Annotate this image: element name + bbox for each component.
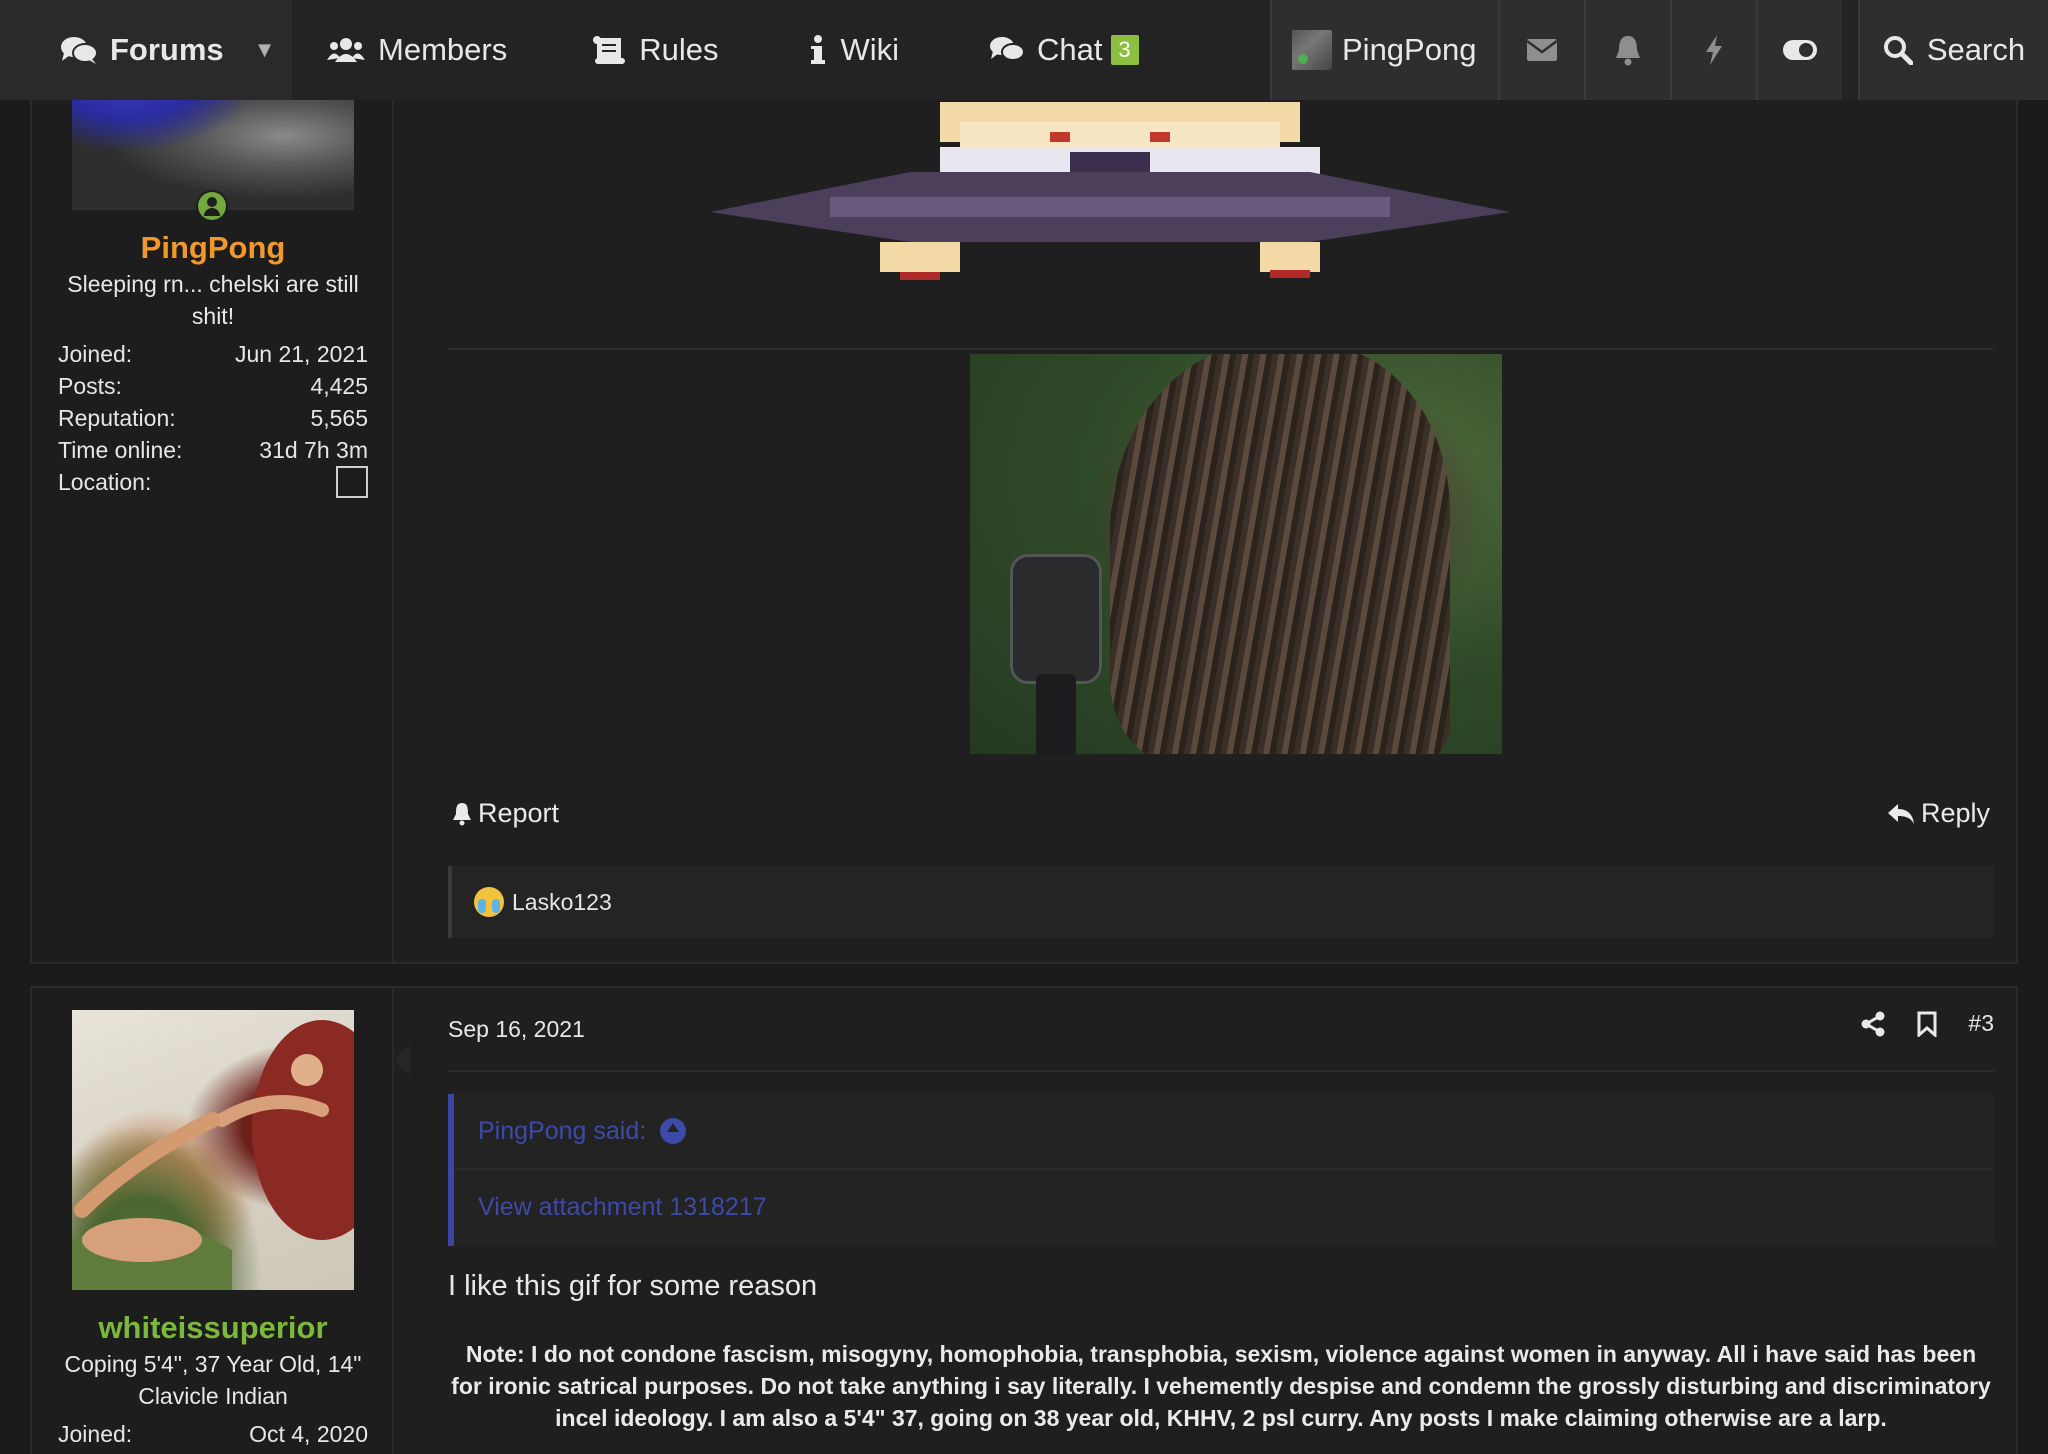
post-number-link[interactable]: #3 [1968, 1010, 1994, 1037]
user-title: Coping 5'4", 37 Year Old, 14" Clavicle I… [64, 1351, 362, 1409]
nav-chat-label: Chat [1037, 32, 1103, 67]
post-user-column: whiteissuperior Coping 5'4", 37 Year Old… [32, 988, 394, 1454]
nav-wiki-label: Wiki [840, 32, 900, 67]
search-icon [1883, 36, 1913, 65]
stat-value: Jun 21, 2021 [234, 341, 368, 367]
post-tools: #3 [1860, 1010, 1994, 1037]
nav-members[interactable]: Members [292, 0, 537, 100]
report-button[interactable]: Report [452, 798, 559, 829]
location-flag-box [336, 466, 368, 498]
nav-chat[interactable]: Chat 3 [929, 0, 1168, 100]
chevron-down-icon[interactable]: ▼ [254, 37, 276, 63]
nav-members-label: Members [378, 32, 508, 67]
post-user-column: PingPong Sleeping rn... chelski are stil… [32, 62, 394, 962]
stat-row: Location: [58, 466, 368, 498]
top-navbar: Forums ▼ Members Rules Wiki Chat 3 PingP… [0, 0, 2048, 100]
stat-label: Joined: [58, 341, 133, 367]
crying-emoji-icon [474, 887, 504, 917]
nav-wiki[interactable]: Wiki [748, 0, 929, 100]
nav-username: PingPong [1342, 32, 1477, 67]
nav-rules-label: Rules [639, 32, 719, 67]
stat-value: 4,425 [310, 373, 368, 399]
reactions-bar[interactable]: Lasko123 [448, 866, 1994, 938]
scroll-icon [593, 36, 626, 64]
arrow-up-circle-icon[interactable] [660, 1118, 687, 1144]
bookmark-icon[interactable] [1916, 1011, 1938, 1037]
post-body-text: I like this gif for some reason [448, 1270, 818, 1302]
quote-header[interactable]: PingPong said: [454, 1094, 1994, 1170]
bell-icon [453, 802, 471, 825]
microphone-stand-detail [1036, 674, 1076, 754]
nav-spacer [1842, 0, 1858, 100]
chat-bubbles-icon [990, 37, 1026, 61]
nav-user-menu[interactable]: PingPong [1270, 0, 1498, 100]
chat-count-badge: 3 [1110, 35, 1139, 65]
hair-detail [1110, 354, 1450, 754]
stat-row: Posts: 4,425 [58, 370, 368, 402]
nav-theme-toggle[interactable] [1756, 0, 1842, 100]
envelope-icon [1526, 39, 1558, 61]
post-username[interactable]: whiteissuperior [32, 1310, 394, 1346]
stat-label: Reputation: [58, 405, 176, 431]
post-message: whiteissuperior Coping 5'4", 37 Year Old… [30, 986, 2018, 1454]
users-icon [327, 38, 365, 62]
stat-value: 31d 7h 3m [259, 437, 368, 463]
pixel-sprite-image[interactable] [710, 102, 1510, 282]
divider [448, 348, 1994, 350]
attachment-link[interactable]: View attachment 1318217 [478, 1193, 767, 1222]
post-content: Sep 16, 2021 #3 PingPong said: View atta… [396, 988, 2016, 1454]
stat-value: 5,565 [310, 405, 368, 431]
bolt-icon [1706, 35, 1722, 65]
user-signature: Note: I do not condone fascism, misogyny… [451, 1341, 1991, 1431]
user-stats: Joined: Jun 21, 2021 Posts: 4,425 Reputa… [58, 338, 368, 498]
reply-label: Reply [1920, 798, 1990, 828]
stat-row: Reputation: 5,565 [58, 402, 368, 434]
quote-author: PingPong said: [478, 1116, 647, 1145]
quote-block: PingPong said: View attachment 1318217 [448, 1094, 1994, 1246]
info-icon [811, 35, 826, 64]
stat-row: Joined: Jun 21, 2021 [58, 338, 368, 370]
post-message: PingPong Sleeping rn... chelski are stil… [30, 60, 2018, 964]
creation-of-adam-artwork [72, 1020, 354, 1290]
attached-gif-image[interactable] [970, 354, 1502, 754]
stat-row: Time online: 31d 7h 3m [58, 434, 368, 466]
share-icon[interactable] [1860, 1011, 1886, 1037]
divider [448, 1070, 1994, 1072]
report-label: Report [478, 798, 560, 828]
stat-label: Time online: [58, 437, 183, 463]
post-username[interactable]: PingPong [32, 230, 394, 266]
reply-button[interactable]: Reply [1887, 798, 1990, 829]
stat-value: Oct 4, 2020 [249, 1421, 368, 1447]
nav-search-button[interactable]: Search [1858, 0, 2048, 100]
nav-alerts-button[interactable] [1584, 0, 1670, 100]
stat-row: Joined: Oct 4, 2020 [58, 1418, 368, 1450]
nav-rules[interactable]: Rules [537, 0, 748, 100]
nav-forums[interactable]: Forums ▼ [0, 0, 292, 100]
avatar[interactable] [72, 1010, 354, 1290]
stat-label: Posts: [58, 373, 122, 399]
stat-label: Location: [58, 469, 152, 495]
online-status-icon [196, 190, 228, 222]
microphone-detail [1010, 554, 1102, 684]
user-stats: Joined: Oct 4, 2020 [58, 1418, 368, 1450]
user-title: Sleeping rn... chelski are still shit! [67, 271, 359, 329]
toggle-icon [1783, 40, 1817, 60]
reply-arrow-icon [1887, 803, 1914, 824]
nav-search-label: Search [1926, 32, 2026, 67]
stat-label: Joined: [58, 1421, 133, 1447]
quote-body: View attachment 1318217 [454, 1170, 1994, 1244]
reaction-user[interactable]: Lasko123 [512, 889, 612, 916]
avatar [1292, 30, 1332, 70]
nav-inbox-button[interactable] [1498, 0, 1584, 100]
nav-whats-new-button[interactable] [1670, 0, 1756, 100]
bell-icon [1616, 36, 1640, 66]
post-date[interactable]: Sep 16, 2021 [448, 1016, 585, 1043]
nav-user-area: PingPong Search [1270, 0, 2048, 100]
nav-forums-label: Forums [110, 32, 224, 67]
post-content: Report Reply Lasko123 [396, 62, 2016, 962]
comments-icon [61, 37, 98, 64]
